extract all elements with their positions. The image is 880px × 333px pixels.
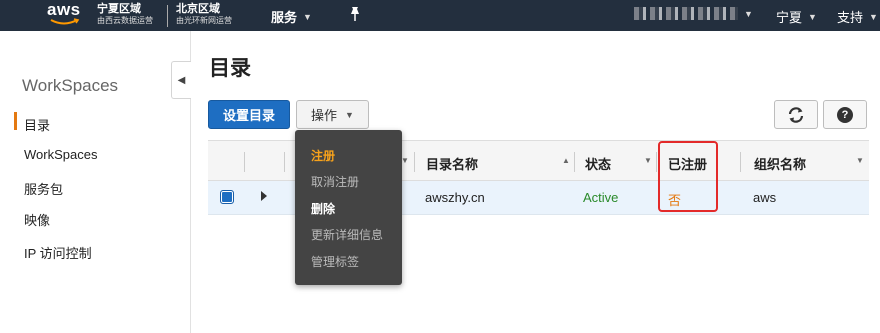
pin-icon[interactable]: [348, 6, 362, 22]
column-divider: [284, 152, 285, 172]
actions-button[interactable]: 操作 ▼: [296, 100, 369, 129]
active-indicator: [14, 112, 17, 130]
menu-item-delete[interactable]: 删除: [311, 200, 335, 217]
divider: [167, 5, 168, 27]
sidebar-item-ip-access[interactable]: IP 访问控制: [24, 243, 92, 262]
column-divider: [414, 152, 415, 172]
support-menu[interactable]: 支持 ▼: [837, 7, 878, 26]
region-label: 宁夏: [776, 10, 803, 25]
chevron-down-icon: ▼: [808, 11, 817, 22]
region2-title: 北京区域: [176, 3, 220, 15]
top-nav: aws 宁夏区域 由西云数据运营 北京区域 由光环新网运营 服务 ▼ ▼ 宁夏 …: [0, 0, 880, 31]
column-header-status[interactable]: 状态: [585, 154, 611, 173]
menu-item-register[interactable]: 注册: [311, 147, 335, 164]
column-divider: [656, 152, 657, 172]
region-ningxia-block[interactable]: 宁夏区域 由西云数据运营: [97, 3, 153, 27]
menu-item-deregister[interactable]: 取消注册: [311, 173, 359, 190]
sidebar-item-workspaces[interactable]: WorkSpaces: [24, 147, 97, 162]
redacted-account: [634, 7, 738, 20]
refresh-icon: [788, 106, 804, 123]
menu-item-manage-tags[interactable]: 管理标签: [311, 253, 359, 270]
help-button[interactable]: ?: [823, 100, 867, 129]
actions-label: 操作: [311, 108, 338, 123]
region-menu[interactable]: 宁夏 ▼: [776, 7, 817, 26]
region1-subtitle: 由西云数据运营: [97, 16, 153, 25]
services-menu[interactable]: 服务 ▼: [271, 7, 312, 26]
cell-status: Active: [583, 190, 619, 205]
row-checkbox[interactable]: [220, 190, 234, 204]
annotation-highlight-box: [658, 141, 718, 212]
chevron-down-icon: ▼: [869, 11, 878, 22]
smile-icon: [50, 18, 80, 25]
page-title: 目录: [209, 57, 251, 80]
account-menu[interactable]: ▼: [634, 7, 753, 20]
actions-menu: 注册 取消注册 删除 更新详细信息 管理标签: [295, 130, 402, 285]
chevron-down-icon: ▼: [303, 11, 312, 22]
sort-up-icon[interactable]: ▲: [562, 156, 570, 165]
sidebar-item-directories[interactable]: 目录: [24, 115, 50, 134]
column-divider: [574, 152, 575, 172]
chevron-down-icon: ▼: [345, 109, 354, 120]
expand-icon[interactable]: [261, 191, 267, 201]
chevron-left-icon: ◀: [177, 74, 186, 86]
chevron-down-icon: ▼: [744, 8, 753, 19]
region1-title: 宁夏区域: [97, 3, 141, 15]
cell-org: aws: [753, 190, 777, 205]
column-header-name[interactable]: 目录名称: [426, 154, 478, 173]
setup-directory-button[interactable]: 设置目录: [208, 100, 290, 129]
menu-item-update-details[interactable]: 更新详细信息: [311, 226, 383, 243]
column-divider: [740, 152, 741, 172]
region2-subtitle: 由光环新网运营: [176, 16, 232, 25]
sidebar: WorkSpaces 目录 WorkSpaces 服务包 映像 IP 访问控制 …: [0, 31, 191, 333]
sort-down-icon[interactable]: ▼: [856, 156, 864, 165]
column-header-org[interactable]: 组织名称: [754, 154, 806, 173]
sort-down-icon[interactable]: ▼: [644, 156, 652, 165]
column-divider: [244, 152, 245, 172]
cell-name: awszhy.cn: [425, 190, 485, 205]
region-beijing-block[interactable]: 北京区域 由光环新网运营: [176, 3, 232, 27]
sidebar-item-images[interactable]: 映像: [24, 210, 50, 229]
services-label: 服务: [271, 10, 298, 25]
aws-logo[interactable]: aws: [47, 1, 87, 29]
help-icon: ?: [837, 106, 853, 123]
sidebar-collapse-button[interactable]: ◀: [171, 61, 191, 99]
refresh-button[interactable]: [774, 100, 818, 129]
sort-down-icon[interactable]: ▼: [401, 156, 409, 165]
sidebar-title: WorkSpaces: [22, 76, 119, 95]
support-label: 支持: [837, 10, 864, 25]
logo-text: aws: [47, 0, 81, 19]
sidebar-item-bundles[interactable]: 服务包: [24, 179, 63, 198]
